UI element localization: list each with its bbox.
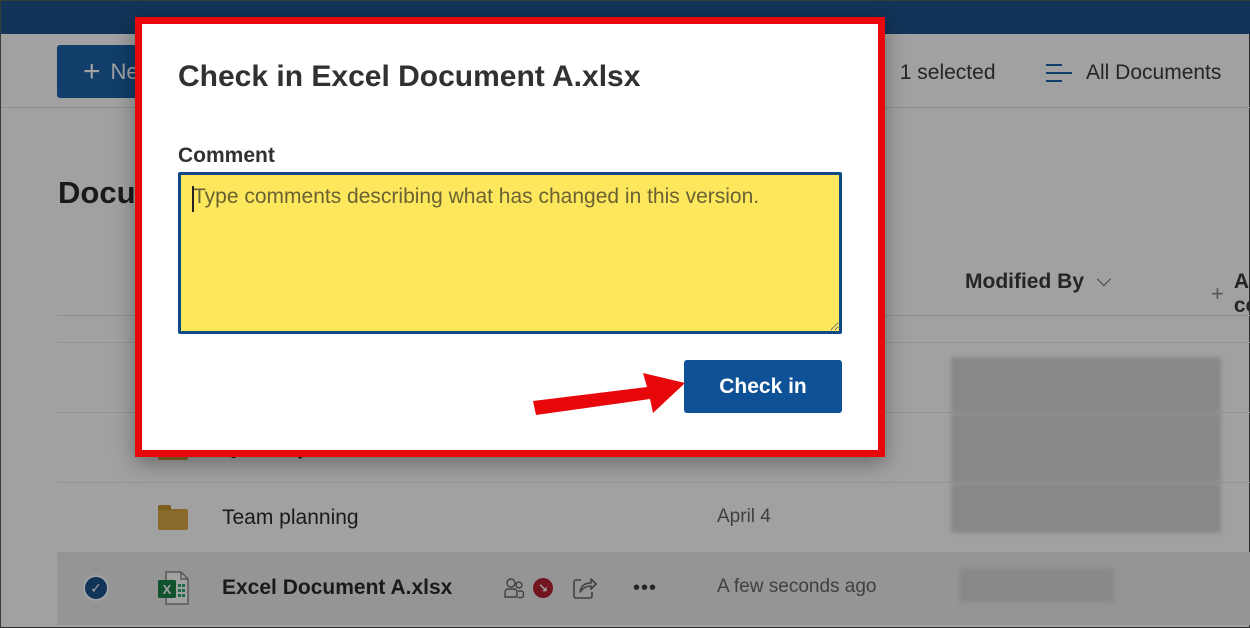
- annotation-arrow-icon: [533, 373, 685, 415]
- comment-label: Comment: [178, 144, 275, 167]
- text-caret: [192, 186, 194, 212]
- check-in-button[interactable]: Check in: [684, 360, 842, 413]
- dialog-title: Check in Excel Document A.xlsx: [178, 60, 641, 93]
- check-in-dialog: Check in Excel Document A.xlsx Comment C…: [135, 17, 885, 457]
- comment-textarea[interactable]: [178, 172, 842, 334]
